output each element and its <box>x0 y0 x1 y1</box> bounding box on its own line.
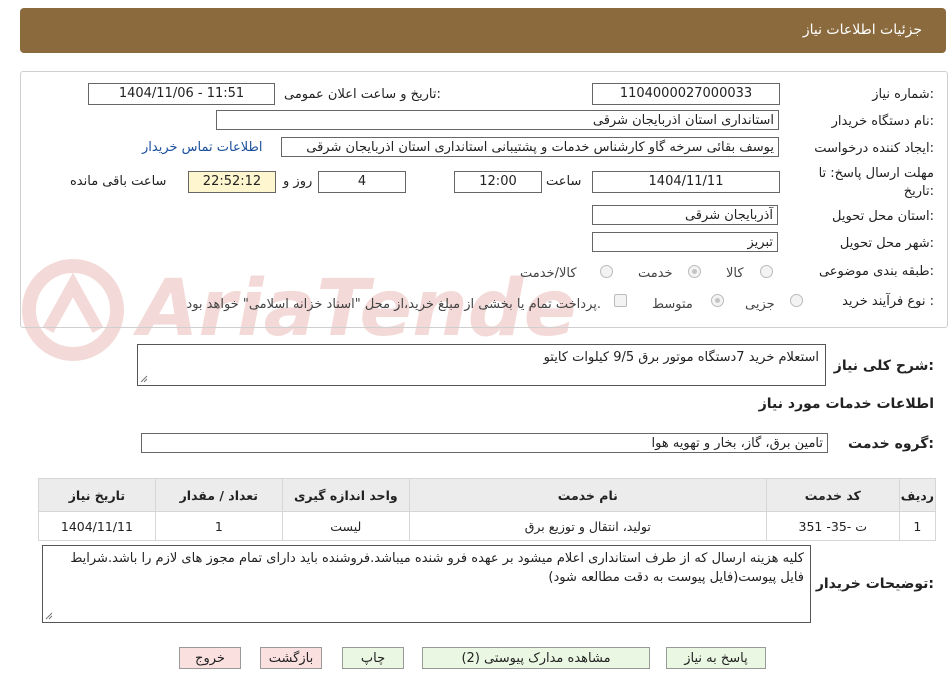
need-number-field: 1104000027000033 <box>592 83 780 105</box>
treasury-note: پرداخت تمام یا بخشی از مبلغ خرید،از محل … <box>186 297 601 312</box>
services-section-title: اطلاعات خدمات مورد نیاز <box>758 396 934 412</box>
col-qty-header: تعداد / مقدار <box>154 478 283 512</box>
category-khedmat-radio[interactable] <box>688 265 701 278</box>
services-table: ردیف کد خدمت نام خدمت واحد اندازه گیری ت… <box>38 478 937 541</box>
service-code-cell: ت -35- 351 <box>765 511 900 541</box>
category-kala-radio[interactable] <box>760 265 773 278</box>
buyer-notes-text: کلیه هزینه ارسال که از طرف استانداری اعل… <box>70 551 804 585</box>
attachments-button[interactable]: مشاهده مدارک پیوستی (2) <box>422 647 650 669</box>
need-number-label: شماره نیاز: <box>872 87 934 102</box>
days-field: 4 <box>318 171 406 193</box>
purchase-motavaset-radio[interactable] <box>711 294 724 307</box>
buyer-contact-link[interactable]: اطلاعات تماس خریدار <box>142 140 262 155</box>
resize-grip-icon[interactable] <box>140 375 148 383</box>
col-name-header: نام خدمت <box>408 478 767 512</box>
category-khedmat-label: خدمت <box>638 266 673 281</box>
buyer-org-field: استانداری استان اذربایجان شرقی <box>216 110 779 130</box>
summary-textarea: استعلام خرید 7دستگاه موتور برق 9/5 کیلوا… <box>137 344 826 386</box>
page-title: جزئیات اطلاعات نیاز <box>802 22 922 38</box>
reply-button[interactable]: پاسخ به نیاز <box>666 647 766 669</box>
purchase-motavaset-label: متوسط <box>652 297 693 312</box>
row-number-cell: 1 <box>898 511 937 541</box>
need-date-cell: 1404/11/11 <box>38 511 156 541</box>
deadline-label: مهلت ارسال پاسخ: تا تاریخ: <box>818 166 934 199</box>
col-date-header: تاریخ نیاز <box>38 478 156 512</box>
deadline-time-label: ساعت <box>546 174 582 189</box>
category-both-label: کالا/خدمت <box>520 266 577 281</box>
announce-field: 1404/11/06 - 11:51 <box>88 83 275 105</box>
requester-label: ایجاد کننده درخواست: <box>814 141 934 156</box>
announce-label: تاریخ و ساعت اعلان عمومی: <box>284 87 441 102</box>
summary-text: استعلام خرید 7دستگاه موتور برق 9/5 کیلوا… <box>543 350 819 365</box>
requester-field: یوسف بقائی سرخه گاو کارشناس خدمات و پشتی… <box>281 137 779 157</box>
treasury-checkbox[interactable] <box>614 294 627 307</box>
purchase-type-label: نوع فرآیند خرید : <box>842 294 934 309</box>
resize-grip-icon[interactable] <box>45 612 53 620</box>
service-group-field: تامین برق، گاز، بخار و تهویه هوا <box>141 433 828 453</box>
remaining-label: ساعت باقی مانده <box>70 174 167 189</box>
city-field: تبریز <box>592 232 778 252</box>
purchase-jozei-label: جزیی <box>745 297 775 312</box>
remaining-time-field: 22:52:12 <box>188 171 276 193</box>
col-code-header: کد خدمت <box>765 478 900 512</box>
print-button[interactable]: چاپ <box>342 647 404 669</box>
purchase-jozei-radio[interactable] <box>790 294 803 307</box>
exit-button[interactable]: خروج <box>179 647 241 669</box>
category-kala-label: کالا <box>726 266 744 281</box>
days-label: روز و <box>283 174 313 189</box>
buyer-notes-textarea: کلیه هزینه ارسال که از طرف استانداری اعل… <box>42 545 811 623</box>
page-header: جزئیات اطلاعات نیاز <box>20 8 946 53</box>
table-header-row: ردیف کد خدمت نام خدمت واحد اندازه گیری ت… <box>38 478 937 512</box>
service-name-cell: تولید، انتقال و توزیع برق <box>408 511 767 541</box>
service-group-label: گروه خدمت: <box>848 436 934 452</box>
summary-label: شرح کلی نیاز: <box>833 358 934 374</box>
table-row: 1 ت -35- 351 تولید، انتقال و توزیع برق ل… <box>38 511 937 541</box>
category-label: طبقه بندی موضوعی: <box>818 264 934 279</box>
buyer-org-label: نام دستگاه خریدار: <box>831 114 934 129</box>
col-row-header: ردیف <box>898 478 937 512</box>
category-both-radio[interactable] <box>600 265 613 278</box>
province-label: استان محل تحویل: <box>832 209 934 224</box>
province-field: آذربایجان شرقی <box>592 205 778 225</box>
buyer-notes-label: توضیحات خریدار: <box>815 576 934 592</box>
col-unit-header: واحد اندازه گیری <box>281 478 410 512</box>
unit-cell: لیست <box>281 511 410 541</box>
deadline-date-field: 1404/11/11 <box>592 171 780 193</box>
back-button[interactable]: بازگشت <box>260 647 322 669</box>
quantity-cell: 1 <box>154 511 283 541</box>
deadline-time-field: 12:00 <box>454 171 542 193</box>
city-label: شهر محل تحویل: <box>839 236 934 251</box>
